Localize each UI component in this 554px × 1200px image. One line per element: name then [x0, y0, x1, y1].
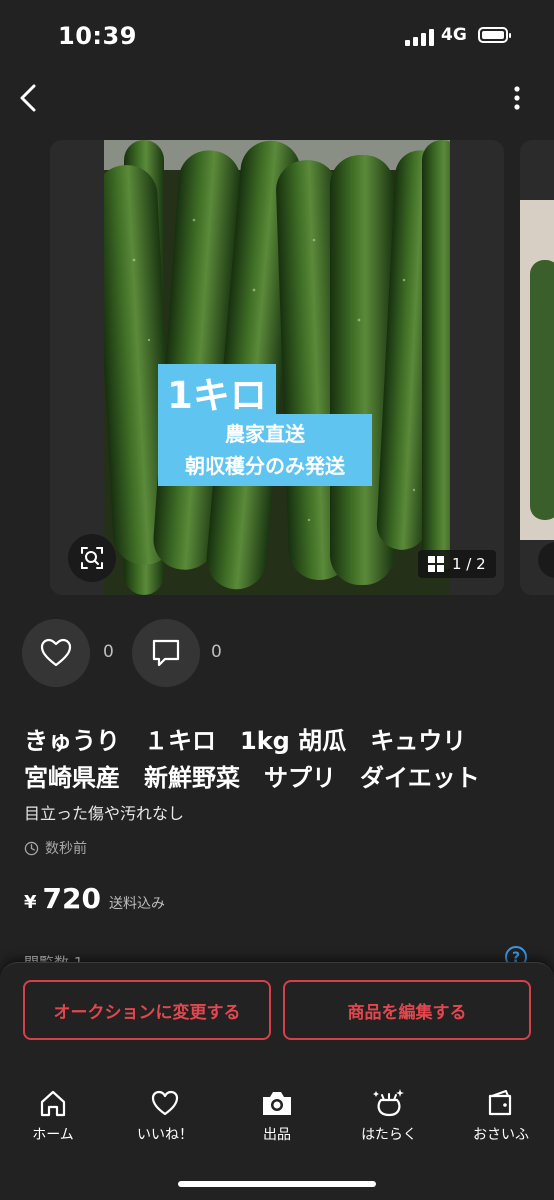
posted-time: 数秒前 — [24, 838, 87, 858]
edit-item-button[interactable]: 商品を編集する — [283, 980, 531, 1040]
battery-icon — [478, 27, 511, 43]
price-value: 720 — [42, 882, 101, 915]
like-count: 0 — [103, 642, 114, 662]
tab-sell-label: 出品 — [263, 1127, 291, 1143]
home-indicator — [178, 1181, 376, 1187]
next-photo-image — [520, 200, 554, 578]
like-button[interactable] — [22, 619, 90, 687]
cucumber-photo-image — [104, 140, 450, 595]
item-condition: 目立った傷や汚れなし — [24, 804, 185, 823]
grid-icon — [428, 556, 444, 572]
wallet-icon — [488, 1090, 512, 1116]
photo-overlay-weight: 1キロ — [158, 364, 276, 420]
comment-button[interactable] — [132, 619, 200, 687]
photo-counter-text: 1 / 2 — [452, 555, 486, 573]
tab-wallet-label: おさいふ — [473, 1127, 529, 1143]
item-title: きゅうり １キロ 1kg 胡瓜 キュウリ 宮崎県産 新鮮野菜 サプリ ダイエット — [24, 727, 480, 792]
camera-icon — [263, 1092, 291, 1115]
tab-home[interactable]: ホーム — [3, 1086, 103, 1144]
sparkle-bag-icon — [373, 1089, 404, 1117]
chevron-left-icon — [20, 84, 36, 112]
tab-home-label: ホーム — [32, 1127, 74, 1143]
tab-likes-label: いいね！ — [137, 1127, 193, 1143]
home-icon — [40, 1090, 66, 1117]
photo-counter[interactable]: 1 / 2 — [418, 550, 496, 578]
clock-icon — [24, 841, 39, 855]
product-photo[interactable] — [104, 140, 450, 595]
zoom-button[interactable] — [68, 534, 116, 582]
heart-icon — [40, 638, 72, 667]
shipping-label: 送料込み — [108, 896, 165, 912]
zoom-search-icon — [81, 547, 103, 569]
posted-time-text: 数秒前 — [45, 841, 87, 857]
photo-overlay-line1: 農家直送 — [225, 422, 305, 446]
status-time: 10:39 — [58, 22, 137, 50]
heart-icon — [151, 1090, 179, 1116]
tab-wallet[interactable]: おさいふ — [451, 1086, 551, 1144]
price-row: ¥ 720 送料込み — [24, 882, 165, 915]
signal-icon — [405, 28, 435, 46]
more-options-button[interactable] — [502, 80, 532, 116]
photo-overlay-line2: 朝収穫分のみ発送 — [185, 454, 345, 478]
next-photo-preview[interactable] — [520, 140, 554, 595]
more-vertical-icon — [514, 86, 520, 110]
tab-work[interactable]: はたらく — [339, 1086, 439, 1144]
tab-work-label: はたらく — [361, 1127, 417, 1143]
photo-overlay-caption: 農家直送 朝収穫分のみ発送 — [158, 414, 372, 486]
network-label: 4G — [441, 25, 467, 45]
change-to-auction-button[interactable]: オークションに変更する — [23, 980, 271, 1040]
tab-sell[interactable]: 出品 — [227, 1086, 327, 1144]
tab-likes[interactable]: いいね！ — [115, 1086, 215, 1144]
comment-count: 0 — [211, 642, 222, 662]
comment-icon — [152, 639, 180, 667]
back-button[interactable] — [10, 78, 50, 118]
price-currency: ¥ — [24, 892, 37, 913]
